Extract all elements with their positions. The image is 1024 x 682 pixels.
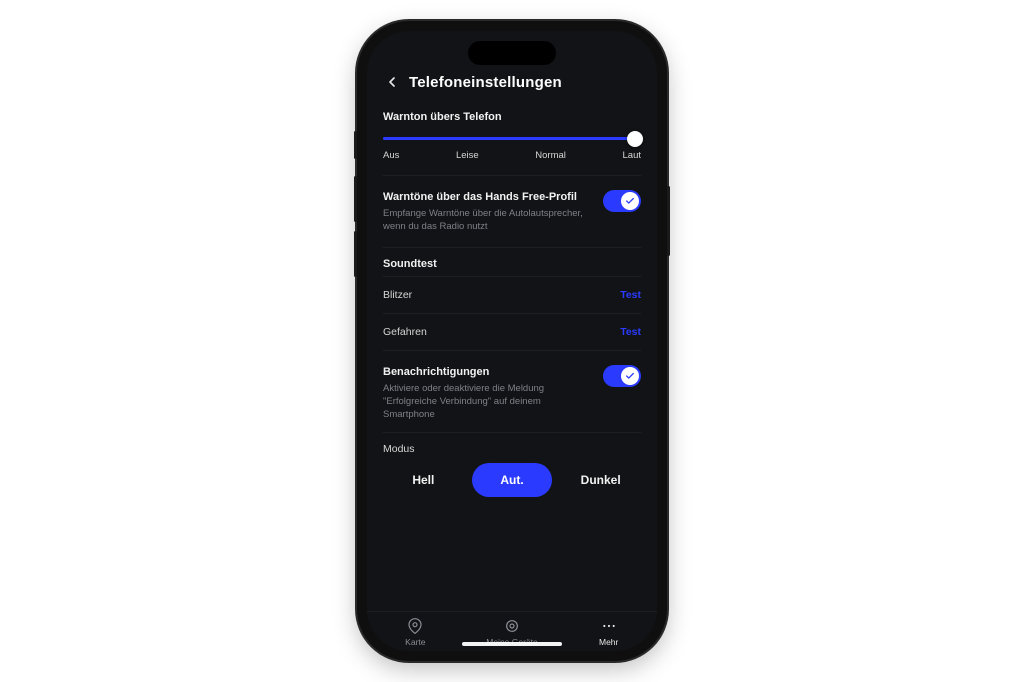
notifications-row: Benachrichtigungen Aktiviere oder deakti… [383, 350, 641, 431]
volume-section-label: Warnton übers Telefon [383, 111, 641, 123]
tab-more[interactable]: Mehr [560, 618, 657, 647]
phone-power-button [667, 186, 670, 256]
slider-track [383, 137, 641, 140]
phone-volume-up [354, 176, 357, 222]
settings-content[interactable]: Warnton übers Telefon Aus Leise Normal L… [367, 97, 657, 611]
page-title: Telefoneinstellungen [409, 74, 562, 91]
volume-slider[interactable]: Aus Leise Normal Laut [383, 137, 641, 167]
phone-volume-down [354, 231, 357, 277]
soundtest-test-button[interactable]: Test [620, 289, 641, 301]
toggle-knob [621, 192, 639, 210]
notifications-title: Benachrichtigungen [383, 365, 593, 380]
mode-option-light[interactable]: Hell [383, 463, 464, 497]
handsfree-subtitle: Empfange Warntöne über die Autolautsprec… [383, 208, 593, 234]
soundtest-section: Soundtest Blitzer Test Gefahren Test [383, 247, 641, 350]
map-pin-icon [407, 618, 423, 634]
back-button[interactable] [383, 73, 401, 91]
slider-label-loud: Laut [623, 150, 642, 161]
check-icon [625, 371, 635, 381]
check-icon [625, 196, 635, 206]
dynamic-island [468, 41, 556, 65]
slider-labels: Aus Leise Normal Laut [383, 150, 641, 167]
mode-segmented: Hell Aut. Dunkel [383, 463, 641, 497]
soundtest-name: Gefahren [383, 326, 427, 338]
soundtest-row-gefahren: Gefahren Test [383, 313, 641, 350]
mode-label: Modus [383, 432, 641, 455]
tab-label: Karte [405, 637, 425, 647]
phone-frame: Telefoneinstellungen Warnton übers Telef… [357, 21, 667, 661]
slider-thumb[interactable] [627, 131, 643, 147]
tab-map[interactable]: Karte [367, 618, 464, 647]
notifications-toggle[interactable] [603, 365, 641, 387]
soundtest-test-button[interactable]: Test [620, 326, 641, 338]
phone-mute-switch [354, 131, 357, 159]
tab-label: Mehr [599, 637, 618, 647]
handsfree-row: Warntöne über das Hands Free-Profil Empf… [383, 175, 641, 243]
chevron-left-icon [384, 74, 400, 90]
mode-option-auto[interactable]: Aut. [472, 463, 553, 497]
slider-label-off: Aus [383, 150, 399, 161]
mode-option-dark[interactable]: Dunkel [560, 463, 641, 497]
target-icon [504, 618, 520, 634]
app-screen: Telefoneinstellungen Warnton übers Telef… [367, 31, 657, 651]
slider-label-normal: Normal [535, 150, 566, 161]
handsfree-toggle[interactable] [603, 190, 641, 212]
soundtest-row-blitzer: Blitzer Test [383, 276, 641, 313]
more-horizontal-icon [601, 618, 617, 634]
notifications-subtitle: Aktiviere oder deaktiviere die Meldung "… [383, 383, 593, 421]
handsfree-title: Warntöne über das Hands Free-Profil [383, 190, 593, 205]
home-indicator[interactable] [462, 642, 562, 646]
soundtest-header: Soundtest [383, 247, 641, 276]
slider-fill [383, 137, 641, 140]
toggle-knob [621, 367, 639, 385]
slider-label-quiet: Leise [456, 150, 479, 161]
soundtest-name: Blitzer [383, 289, 412, 301]
